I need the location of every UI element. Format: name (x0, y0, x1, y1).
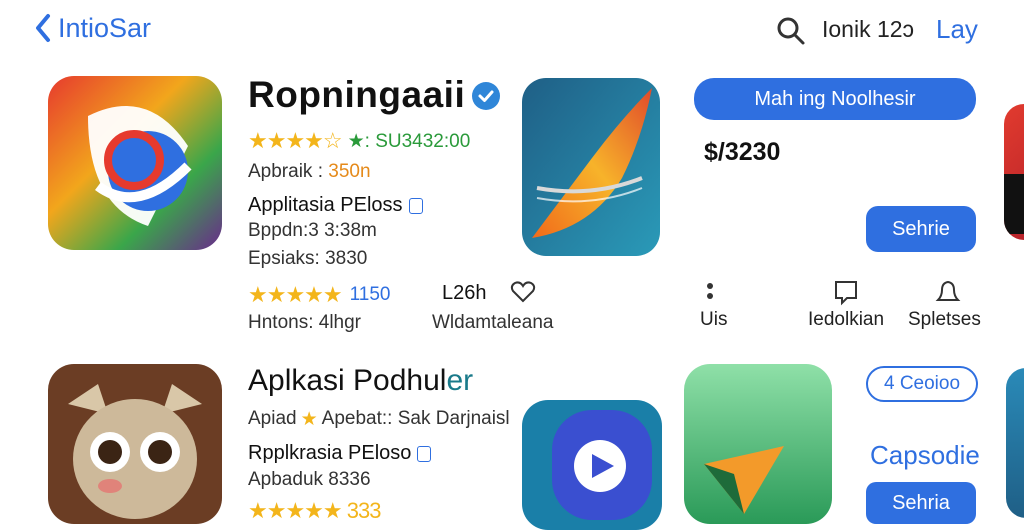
info-line-5: Wldamtaleana (432, 312, 554, 333)
info-line-2: Bppdn:3 3:38m (248, 220, 377, 241)
review-count: 1150 (349, 284, 391, 305)
review-stars: ★★★★★ (248, 282, 343, 307)
notification-bell-icon[interactable] (934, 278, 962, 306)
price: $/3230 (704, 138, 781, 166)
heart-icon[interactable] (510, 280, 536, 304)
outline-button[interactable]: 4 Ceoioo (866, 366, 978, 402)
verified-badge-icon (472, 82, 500, 110)
app-icon-feather[interactable] (522, 78, 660, 256)
info-icon (417, 445, 432, 462)
info-line-1-value: 350n (328, 161, 371, 182)
info-line-3: Epsiaks: 3830 (248, 248, 368, 269)
info-line-4: Hntons: 4lhgr (248, 312, 362, 333)
rating-stars: ★★★★☆ (248, 128, 343, 153)
side-button[interactable]: Sehria (866, 482, 976, 524)
edge-app-icon-2[interactable] (1006, 368, 1024, 518)
stat-label: L26h (442, 282, 487, 304)
star-icon: ★ (300, 409, 318, 430)
primary-cta-button[interactable]: Mah ing Noolhesir (694, 78, 976, 120)
action-label-1[interactable]: Uis (700, 309, 727, 331)
app-category: Applitasia PEloss (248, 194, 403, 216)
secondary-button[interactable]: Sehrie (866, 206, 976, 252)
chevron-left-icon (36, 14, 50, 42)
app-icon-arrow[interactable] (684, 364, 832, 524)
rating-extra: ★: SU3432:00 (347, 130, 471, 152)
section-category: Rpplkrasia PEloso (248, 442, 412, 464)
info-line-1-label: Apbraik : (248, 161, 323, 182)
bookmark-icon[interactable] (832, 278, 860, 306)
action-label-3[interactable]: Spletses (908, 309, 981, 331)
section-subtitle-a: Apiad (248, 408, 297, 429)
action-label-2[interactable]: Iedolkian (808, 309, 884, 331)
back-button[interactable]: IntioSar (32, 12, 151, 44)
section-title: Aplkasi Podhul (248, 364, 447, 397)
header-link[interactable]: Lay (936, 14, 978, 45)
header-search-text: Ionik 12ɔ (822, 16, 915, 42)
side-heading: Capsodie (870, 440, 980, 470)
section-stars: ★★★★★ 333 (248, 498, 381, 523)
info-line-1: Apbraik : 350n (248, 161, 371, 183)
section-subtitle-b: Apebat:: Sak Darjnaisl (321, 408, 510, 429)
back-label: IntioSar (58, 12, 152, 43)
search-icon[interactable] (776, 16, 806, 46)
section-title-suffix: er (446, 364, 474, 397)
app-icon-creature[interactable] (48, 364, 222, 524)
app-icon-primary[interactable] (48, 76, 222, 250)
app-title: Ropningaaii (248, 74, 466, 115)
section-line-2: Apbaduk 8336 (248, 469, 371, 490)
info-icon (408, 197, 423, 214)
more-dots-icon[interactable] (696, 280, 724, 308)
edge-app-icon[interactable] (1004, 104, 1024, 240)
app-icon-video[interactable] (522, 400, 662, 530)
